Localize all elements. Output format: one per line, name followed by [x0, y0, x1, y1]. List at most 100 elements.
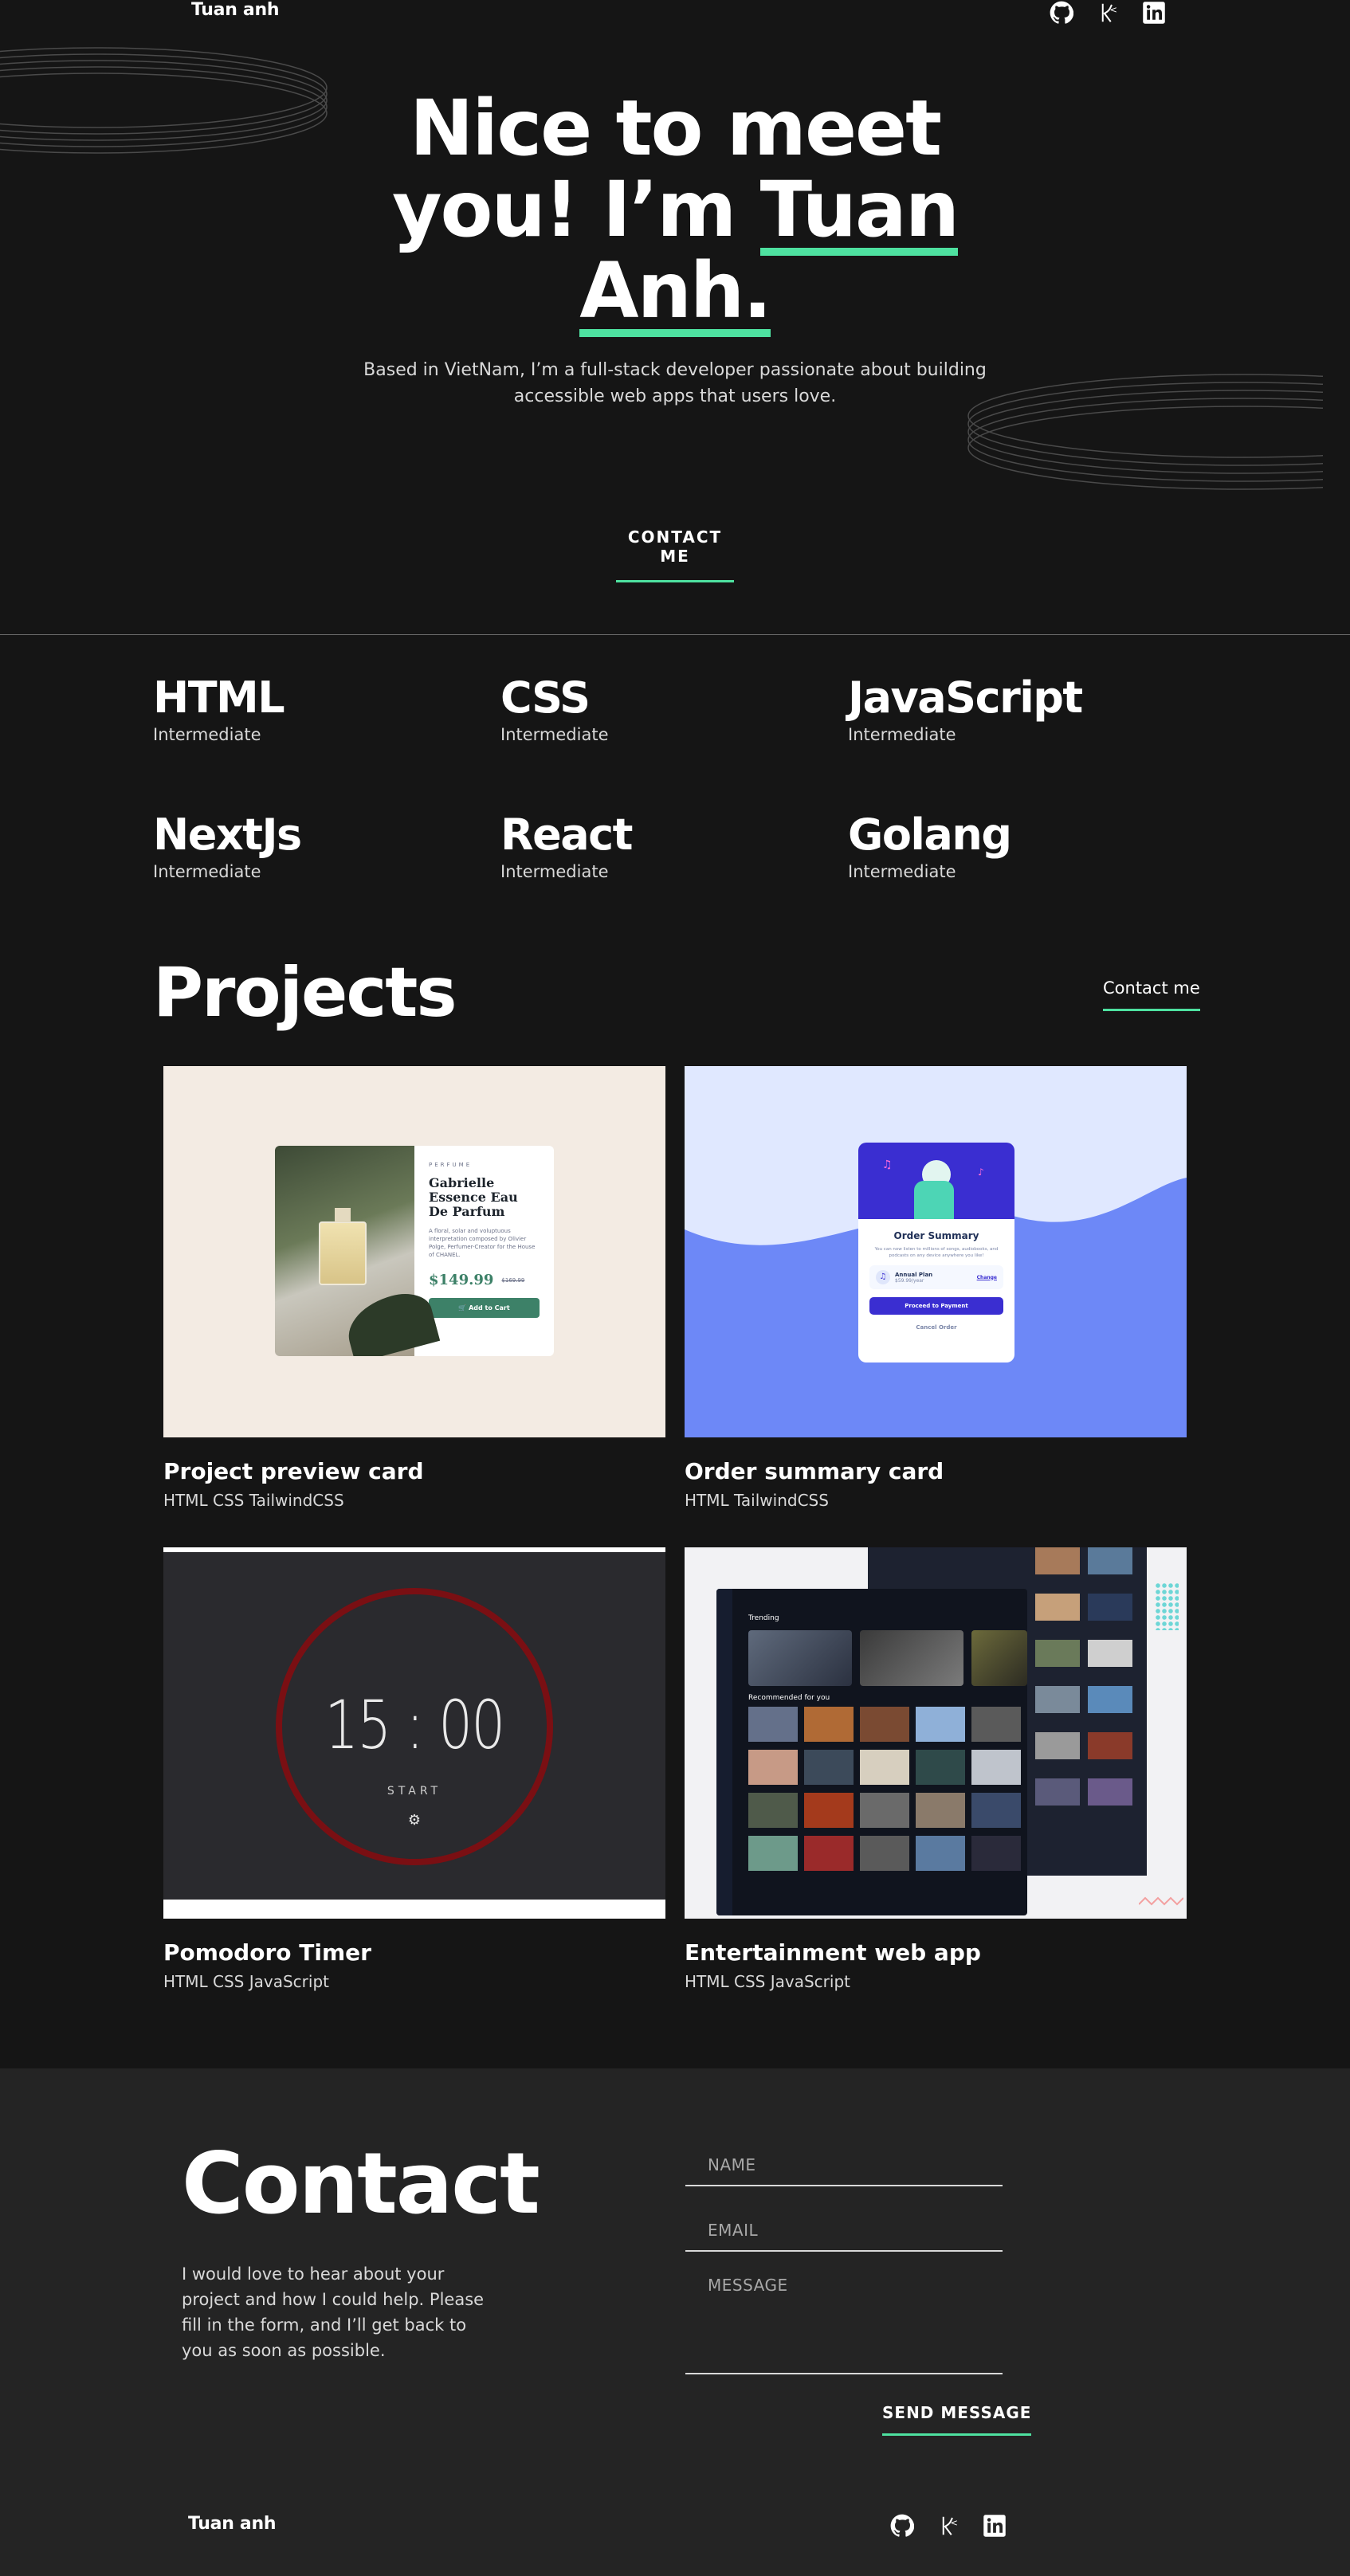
skill-html: HTML Intermediate [153, 672, 488, 745]
hero-subtitle-line-2: accessible web apps that users love. [513, 386, 837, 406]
skill-level: Intermediate [500, 862, 609, 881]
skill-level: Intermediate [848, 725, 956, 744]
skill-name: React [500, 810, 633, 860]
hero-name-highlight: Tuan [759, 165, 960, 256]
project-tags: HTML CSS JavaScript [685, 1972, 850, 1991]
perfume-old-price: $169.99 [501, 1276, 525, 1284]
skill-level: Intermediate [153, 862, 261, 881]
hero-contact-button[interactable]: CONTACT ME [616, 527, 734, 582]
github-icon [890, 2514, 914, 2537]
kaggle-link[interactable]: < [936, 2513, 961, 2539]
skill-name: HTML [153, 672, 285, 723]
email-field-wrapper [685, 2210, 1003, 2252]
contact-description: I would love to hear about your project … [182, 2264, 485, 2360]
project-tags: HTML CSS JavaScript [163, 1972, 329, 1991]
music-icon: ♫ [876, 1270, 890, 1284]
order-cancel: Cancel Order [916, 1324, 957, 1331]
project-thumbnail[interactable]: 15 : 00 START ⚙ [163, 1547, 665, 1919]
project-card-pomodoro[interactable]: 15 : 00 START ⚙ Pomodoro Timer HTML CSS … [163, 1547, 665, 1991]
project-tags: HTML TailwindCSS [685, 1491, 829, 1510]
hero-subtitle: Based in VietNam, I’m a full-stack devel… [0, 357, 1350, 410]
linkedin-icon [1143, 2, 1165, 24]
linkedin-link[interactable] [1141, 0, 1167, 25]
section-divider [0, 634, 1350, 635]
github-link[interactable] [889, 2513, 915, 2539]
skill-name: Golang [848, 810, 1012, 860]
hero-subtitle-line-1: Based in VietNam, I’m a full-stack devel… [363, 360, 987, 380]
timer-start: START [387, 1785, 442, 1798]
project-title[interactable]: Order summary card [685, 1458, 1187, 1484]
skill-name: JavaScript [848, 672, 1083, 723]
order-summary-panel: ♫ ♪ Order Summary You can now listen to … [858, 1143, 1014, 1362]
github-icon [1050, 1, 1073, 24]
skill-css: CSS Intermediate [500, 672, 835, 745]
dots-decoration [1155, 1582, 1179, 1630]
kaggle-icon: < [942, 2516, 958, 2535]
github-link[interactable] [1049, 0, 1074, 25]
linkedin-link[interactable] [982, 2513, 1007, 2539]
project-title[interactable]: Pomodoro Timer [163, 1939, 665, 1966]
perfume-card: PERFUME Gabrielle Essence Eau De Parfum … [275, 1146, 554, 1356]
perfume-desc: A floral, solar and voluptuous interpret… [429, 1228, 536, 1258]
zigzag-decoration [1139, 1896, 1183, 1906]
project-card-order-summary[interactable]: ♫ ♪ Order Summary You can now listen to … [685, 1066, 1187, 1510]
skill-name: CSS [500, 672, 591, 723]
order-desc: You can now listen to millions of songs,… [874, 1247, 999, 1258]
hero-title-line-3: Anh. [0, 246, 1350, 337]
entertainment-front-screen: Trending Recommended for you [716, 1589, 1027, 1915]
header-social-links: < [1049, 0, 1167, 25]
project-tags: HTML CSS TailwindCSS [163, 1491, 344, 1510]
order-plan: Annual Plan [895, 1271, 933, 1278]
projects-title: Projects [153, 953, 457, 1033]
back-screen-grid [1035, 1547, 1132, 1806]
add-to-cart-button: 🛒 Add to Cart [429, 1298, 540, 1318]
hero-title-line-2: you! I’m Tuan [0, 165, 1350, 256]
project-thumbnail[interactable]: ♫ ♪ Order Summary You can now listen to … [685, 1066, 1187, 1437]
name-input[interactable] [685, 2145, 1003, 2185]
hero-title: Nice to meet you! I’m Tuan Anh. [0, 88, 1350, 337]
project-card-preview[interactable]: PERFUME Gabrielle Essence Eau De Parfum … [163, 1066, 665, 1510]
trending-row [748, 1630, 1027, 1686]
send-message-button[interactable]: SEND MESSAGE [882, 2403, 1032, 2436]
project-title[interactable]: Project preview card [163, 1458, 665, 1484]
project-thumbnail[interactable]: PERFUME Gabrielle Essence Eau De Parfum … [163, 1066, 665, 1437]
recommended-grid [748, 1707, 1021, 1871]
email-input[interactable] [685, 2210, 1003, 2250]
order-heading: Order Summary [893, 1230, 979, 1241]
hero-name-highlight-2: Anh. [579, 246, 772, 337]
message-field-wrapper [685, 2266, 1003, 2374]
projects-contact-link[interactable]: Contact me [1103, 978, 1200, 1011]
order-pay-button: Proceed to Payment [869, 1297, 1003, 1315]
skill-javascript: JavaScript Intermediate [848, 672, 1183, 745]
skill-level: Intermediate [153, 725, 261, 744]
name-field-wrapper [685, 2145, 1003, 2186]
project-card-entertainment[interactable]: Trending Recommended for you Entertainme… [685, 1547, 1187, 1991]
footer-brand[interactable]: Tuan anh [188, 2514, 277, 2534]
skill-name: NextJs [153, 810, 302, 860]
project-title[interactable]: Entertainment web app [685, 1939, 1187, 1966]
pomodoro-screen: 15 : 00 START ⚙ [163, 1552, 665, 1900]
order-plan-row: ♫ Annual Plan $59.99/year Change [869, 1265, 1003, 1289]
add-to-cart-label: Add to Cart [469, 1304, 510, 1312]
svg-text:<: < [1110, 5, 1117, 15]
message-input[interactable] [685, 2266, 1003, 2373]
kaggle-link[interactable]: < [1095, 0, 1120, 25]
skill-golang: Golang Intermediate [848, 810, 1183, 882]
skill-level: Intermediate [500, 725, 609, 744]
skill-react: React Intermediate [500, 810, 835, 882]
skill-level: Intermediate [848, 862, 956, 881]
contact-title: Contact [182, 2135, 540, 2233]
kaggle-icon: < [1101, 3, 1117, 22]
skill-nextjs: NextJs Intermediate [153, 810, 488, 882]
header-brand[interactable]: Tuan anh [191, 0, 280, 20]
trending-label: Trending [748, 1614, 779, 1622]
perfume-name: Gabrielle Essence Eau De Parfum [429, 1175, 518, 1219]
order-change: Change [976, 1274, 997, 1280]
project-thumbnail[interactable]: Trending Recommended for you [685, 1547, 1187, 1919]
order-hero-illustration: ♫ ♪ [858, 1143, 1014, 1219]
cart-icon: 🛒 [458, 1304, 469, 1312]
order-plan-price: $59.99/year [895, 1277, 924, 1284]
timer-display: 15 : 00 [324, 1686, 505, 1764]
gear-icon: ⚙ [407, 1812, 422, 1829]
footer-social-links: < [889, 2513, 1007, 2539]
